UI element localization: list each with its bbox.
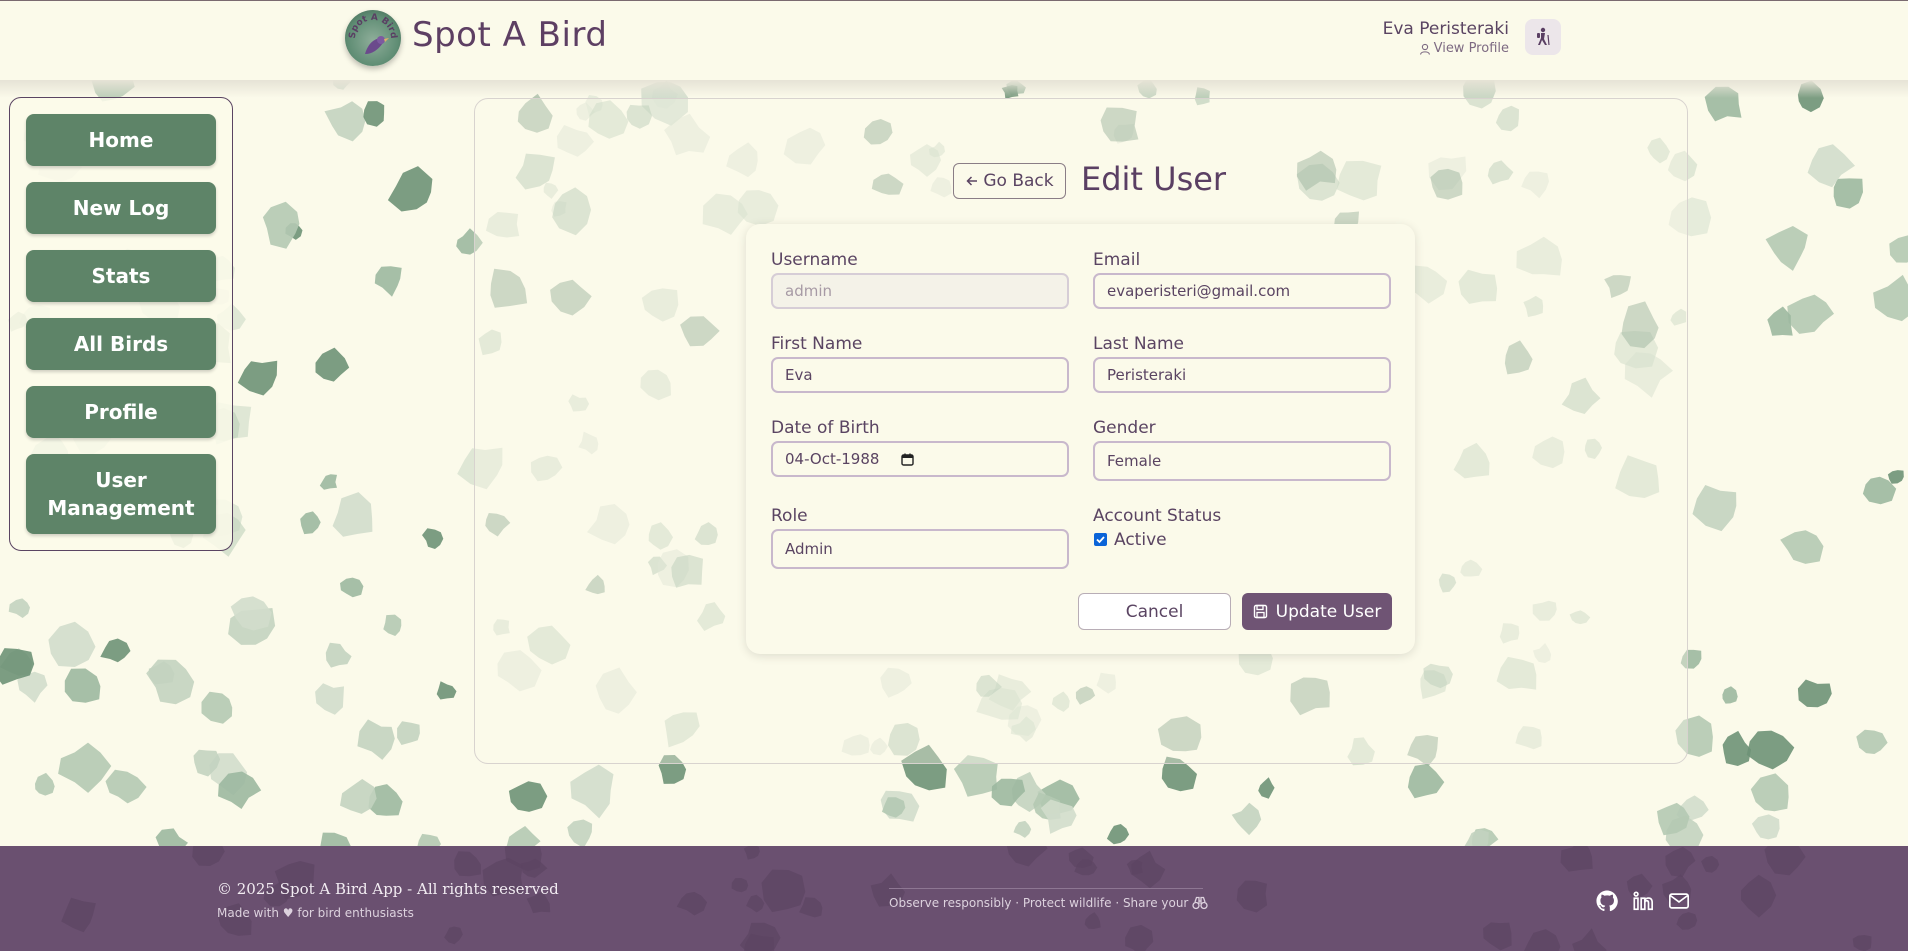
cancel-button[interactable]: Cancel (1078, 593, 1231, 630)
sidebar-item-home[interactable]: Home (26, 114, 216, 166)
view-profile-label: View Profile (1433, 41, 1509, 56)
user-icon (1419, 43, 1430, 55)
app-footer: © 2025 Spot A Bird App - All rights rese… (0, 846, 1908, 951)
sidebar-item-profile[interactable]: Profile (26, 386, 216, 438)
hiker-icon (1537, 27, 1550, 46)
copyright-text: © 2025 Spot A Bird App - All rights rese… (217, 880, 559, 898)
github-icon[interactable] (1596, 890, 1618, 912)
go-back-label: Go Back (983, 171, 1054, 191)
view-profile-link[interactable]: View Profile (1419, 41, 1509, 56)
update-user-label: Update User (1275, 601, 1382, 622)
update-user-button[interactable]: Update User (1242, 593, 1392, 630)
app-logo[interactable]: Spot A Bird (345, 10, 401, 66)
header-shadow (0, 80, 1908, 98)
sidebar-nav: Home New Log Stats All Birds Profile Use… (9, 97, 233, 551)
edit-user-form (746, 224, 1415, 654)
page-title: Edit User (1081, 160, 1227, 198)
sidebar-item-new-log[interactable]: New Log (26, 182, 216, 234)
sidebar-item-all-birds[interactable]: All Birds (26, 318, 216, 370)
arrow-left-icon (966, 176, 978, 186)
motto-text: Observe responsibly · Protect wildlife ·… (889, 896, 1189, 910)
app-header: Spot A Bird Spot A Bird Eva Peristeraki … (0, 0, 1908, 80)
binoculars-icon (1192, 896, 1209, 910)
linkedin-icon[interactable] (1632, 890, 1654, 912)
save-icon (1253, 604, 1267, 619)
go-back-button[interactable]: Go Back (953, 163, 1066, 199)
mail-icon[interactable] (1668, 890, 1690, 912)
sidebar-item-user-management[interactable]: User Management (26, 454, 216, 534)
made-with-text: Made with ♥ for bird enthusiasts (217, 906, 414, 920)
user-name: Eva Peristeraki (1382, 19, 1509, 39)
hiker-avatar-button[interactable] (1525, 19, 1561, 55)
sidebar-item-stats[interactable]: Stats (26, 250, 216, 302)
footer-divider (889, 888, 1203, 889)
app-title[interactable]: Spot A Bird (412, 15, 607, 55)
svg-text:Spot A Bird: Spot A Bird (348, 13, 398, 39)
footer-motto: Observe responsibly · Protect wildlife ·… (889, 896, 1209, 910)
